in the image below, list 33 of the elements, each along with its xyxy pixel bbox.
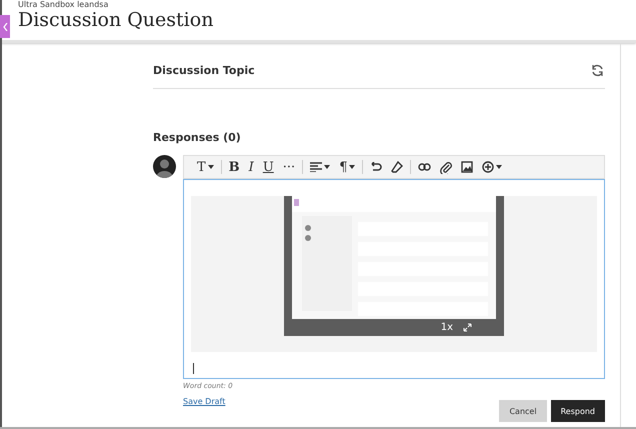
format-button[interactable]: T	[194, 159, 217, 175]
chevron-left-icon	[2, 22, 8, 30]
respond-button[interactable]: Respond	[550, 400, 605, 422]
editor-field[interactable]: 1x	[183, 179, 605, 379]
format-button[interactable]: U	[260, 159, 277, 175]
image-icon	[461, 161, 474, 173]
format-button[interactable]: I	[246, 159, 257, 175]
caret-icon	[496, 165, 502, 169]
format-button[interactable]: ¶	[336, 159, 358, 175]
caret-icon	[324, 165, 330, 169]
save-draft-link[interactable]: Save Draft	[183, 397, 226, 406]
format-button[interactable]: B	[226, 159, 243, 175]
section-heading: Responses (0)	[153, 131, 242, 146]
course-name: Ultra Sandbox leandsa	[18, 0, 110, 10]
avatar	[153, 155, 176, 178]
playback-speed-button[interactable]: 1x	[440, 322, 453, 333]
collapse-tab[interactable]	[0, 15, 10, 38]
refresh-icon[interactable]	[590, 63, 605, 78]
page-title: Discussion Question	[18, 8, 214, 32]
eraser-icon	[391, 161, 404, 173]
align-icon	[310, 162, 322, 172]
fullscreen-icon[interactable]	[463, 323, 472, 332]
link-icon	[418, 163, 432, 171]
text-cursor	[193, 363, 194, 374]
undo-icon	[370, 162, 382, 172]
cancel-button[interactable]: Cancel	[499, 400, 547, 422]
caret-icon	[208, 165, 214, 169]
add-icon	[482, 161, 494, 173]
paperclip-icon	[440, 160, 452, 174]
video-player[interactable]: 1x	[284, 196, 504, 336]
format-button[interactable]: ···	[280, 159, 298, 175]
section-heading: Discussion Topic	[153, 64, 255, 77]
caret-icon	[349, 165, 356, 169]
